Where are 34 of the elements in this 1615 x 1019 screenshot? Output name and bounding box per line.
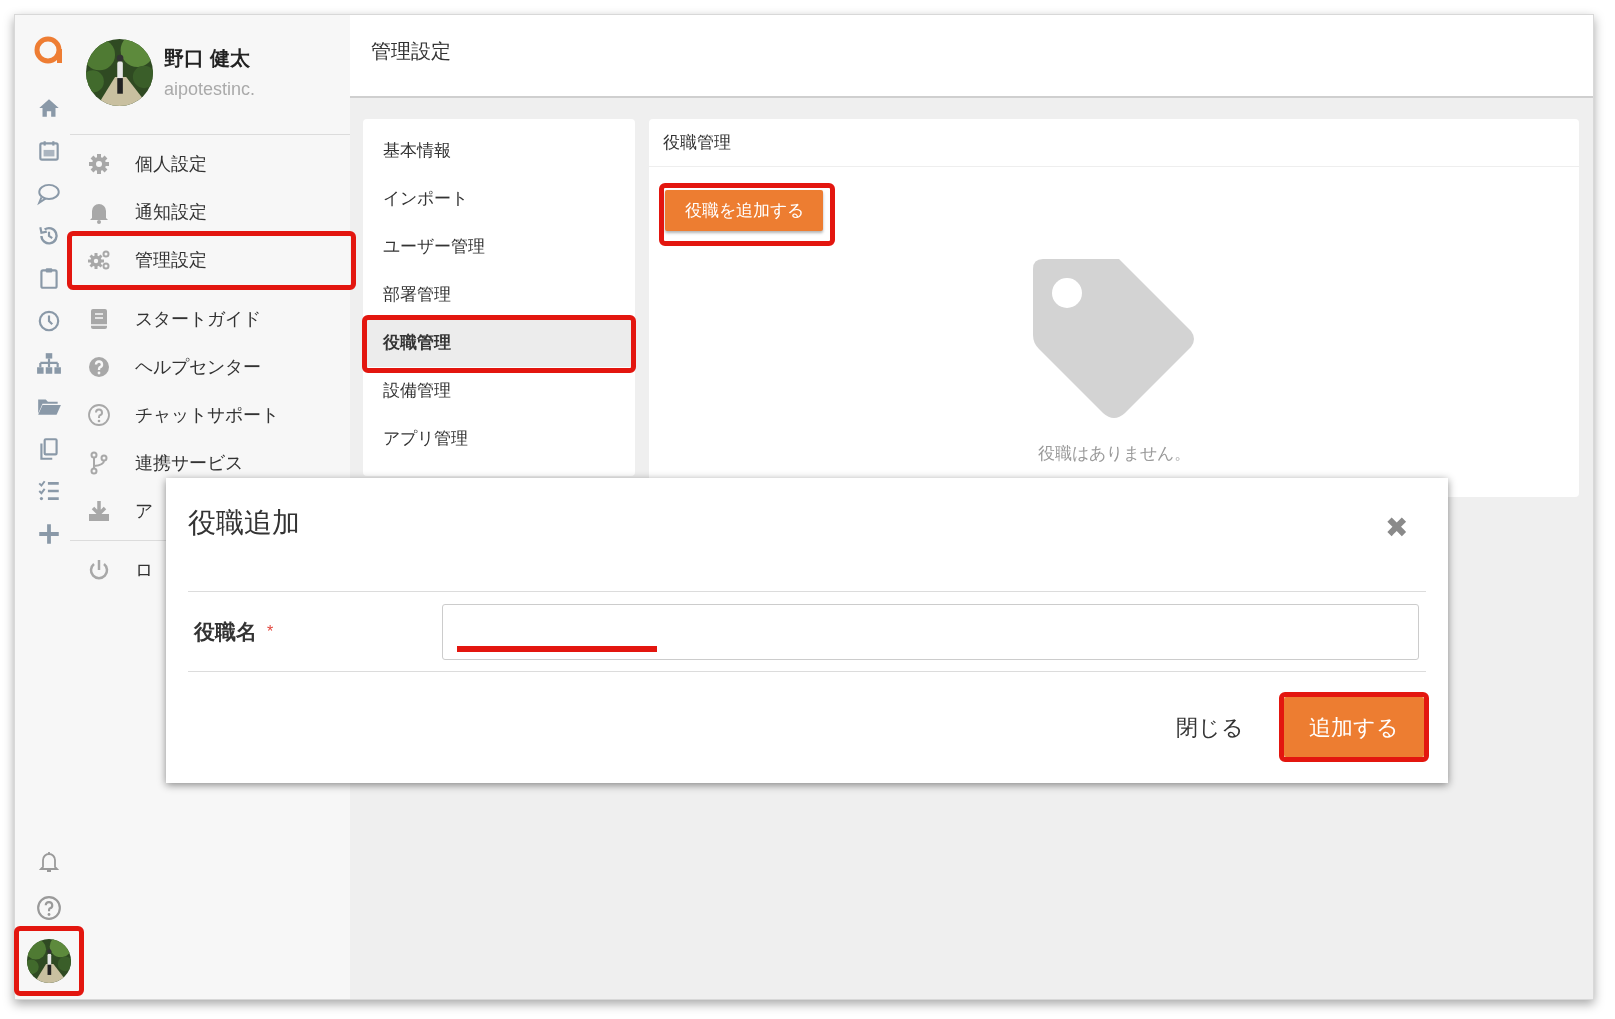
settings-menu-item[interactable]: ユーザー管理 [363, 223, 635, 271]
settings-menu-item[interactable]: インポート [363, 175, 635, 223]
gear-icon [87, 152, 111, 176]
page-title: 管理設定 [371, 39, 451, 64]
help-icon [87, 355, 111, 379]
notification-bell-icon[interactable] [37, 849, 61, 875]
menu-item[interactable]: ヘルプセンター [135, 353, 261, 381]
download-icon [87, 499, 111, 523]
menu-item[interactable]: 個人設定 [135, 150, 207, 178]
dialog-title: 役職追加 [188, 506, 300, 540]
panel-title: 役職管理 [663, 131, 731, 154]
power-icon [87, 558, 111, 582]
settings-menu-item[interactable]: 基本情報 [363, 127, 635, 175]
org-chart-icon[interactable] [36, 350, 62, 377]
settings-menu-item[interactable]: 部署管理 [363, 271, 635, 319]
menu-item[interactable]: ア [135, 497, 153, 525]
menu-item[interactable]: 通知設定 [135, 198, 207, 226]
menu-item[interactable]: チャットサポート [135, 401, 279, 429]
menu-item[interactable]: 管理設定 [135, 246, 207, 274]
help-icon [87, 403, 111, 427]
settings-menu-item[interactable]: 設備管理 [363, 367, 635, 415]
menu-item[interactable]: スタートガイド [135, 305, 261, 333]
field-label: 役職名 [194, 618, 257, 645]
settings-menu-item[interactable]: アプリ管理 [363, 415, 635, 463]
gears-icon [87, 248, 111, 272]
close-text-button[interactable]: 閉じる [1174, 697, 1246, 757]
empty-message: 役職はありません。 [1037, 443, 1191, 465]
menu-item[interactable]: ロ [135, 556, 153, 584]
company-name: aipotestinc. [164, 77, 256, 101]
menu-item[interactable]: 連携サービス [135, 449, 243, 477]
input-field[interactable] [442, 603, 1419, 660]
user-name: 野口 健太 [164, 45, 251, 71]
required-mark: * [267, 621, 274, 642]
help-icon[interactable] [36, 895, 62, 921]
